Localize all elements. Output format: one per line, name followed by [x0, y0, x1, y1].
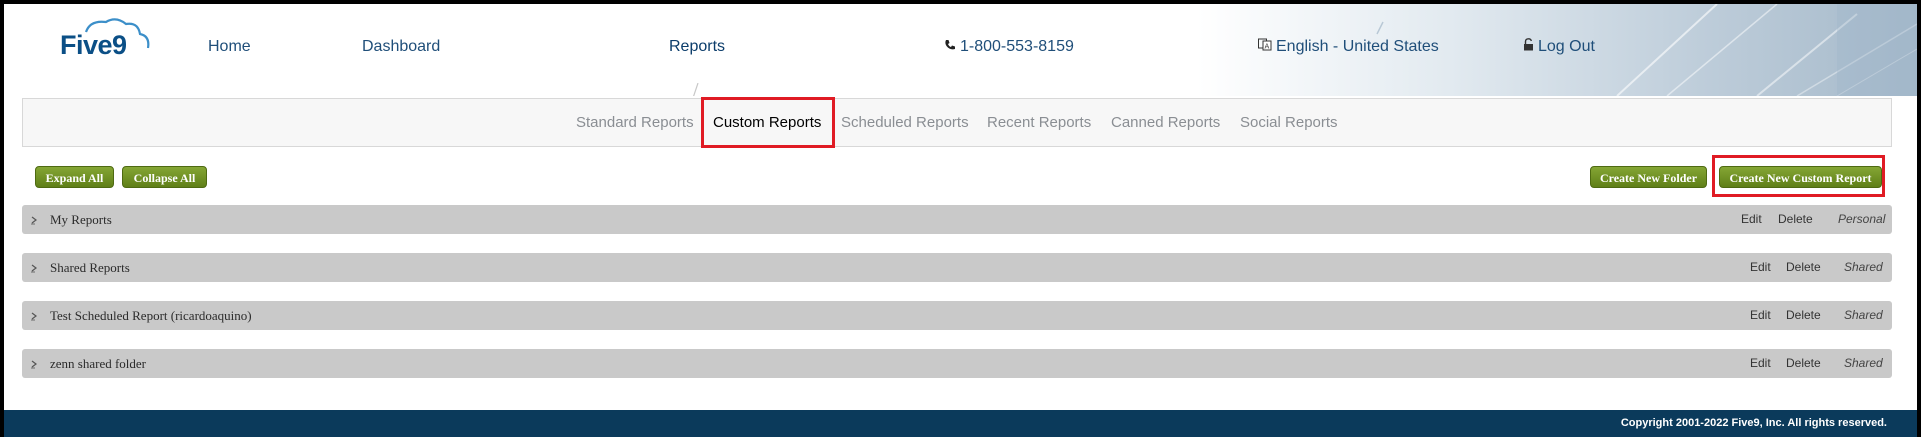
five9-logo[interactable]: Five9	[56, 18, 152, 64]
folder-row[interactable]: Shared Reports Edit Delete Shared	[22, 253, 1892, 282]
folder-edit-link[interactable]: Edit	[1750, 356, 1771, 370]
folder-delete-link[interactable]: Delete	[1786, 260, 1821, 274]
expand-all-button[interactable]: Expand All	[35, 166, 114, 188]
footer-bar: Copyright 2001-2022 Five9, Inc. All righ…	[4, 410, 1917, 437]
copyright-text: Copyright 2001-2022 Five9, Inc. All righ…	[1620, 417, 1887, 429]
phone-icon	[944, 38, 956, 56]
lock-icon	[1523, 38, 1534, 56]
create-new-folder-button[interactable]: Create New Folder	[1590, 166, 1707, 188]
folder-name[interactable]: Test Scheduled Report (ricardoaquino)	[50, 308, 252, 324]
folder-scope: Shared	[1844, 260, 1883, 274]
nav-phone[interactable]: 1-800-553-8159	[944, 38, 1074, 56]
tab-standard-reports[interactable]: Standard Reports	[576, 114, 694, 131]
expand-arrow-icon[interactable]	[29, 311, 39, 321]
folder-row[interactable]: zenn shared folder Edit Delete Shared	[22, 349, 1892, 378]
tab-recent-reports[interactable]: Recent Reports	[987, 114, 1091, 131]
folder-row[interactable]: My Reports Edit Delete Personal	[22, 205, 1892, 234]
folder-scope: Shared	[1844, 356, 1883, 370]
reports-subnav: Standard Reports Custom Reports Schedule…	[22, 98, 1892, 147]
folder-edit-link[interactable]: Edit	[1741, 212, 1762, 226]
tab-scheduled-reports[interactable]: Scheduled Reports	[841, 114, 969, 131]
folder-delete-link[interactable]: Delete	[1778, 212, 1813, 226]
nav-caret-indicator	[693, 83, 699, 96]
logo-text: Five9	[60, 30, 127, 60]
folder-scope: Shared	[1844, 308, 1883, 322]
nav-reports[interactable]: Reports	[669, 38, 725, 56]
nav-dashboard[interactable]: Dashboard	[362, 38, 440, 56]
folder-delete-link[interactable]: Delete	[1786, 356, 1821, 370]
expand-arrow-icon[interactable]	[29, 215, 39, 225]
collapse-all-button[interactable]: Collapse All	[122, 166, 207, 188]
folder-delete-link[interactable]: Delete	[1786, 308, 1821, 322]
folder-name[interactable]: My Reports	[50, 212, 112, 228]
language-label: English - United States	[1276, 38, 1439, 56]
phone-number: 1-800-553-8159	[960, 38, 1074, 56]
logout-label: Log Out	[1538, 38, 1595, 56]
tab-social-reports[interactable]: Social Reports	[1240, 114, 1338, 131]
expand-arrow-icon[interactable]	[29, 263, 39, 273]
nav-logout[interactable]: Log Out	[1523, 38, 1595, 56]
expand-arrow-icon[interactable]	[29, 359, 39, 369]
folder-row[interactable]: Test Scheduled Report (ricardoaquino) Ed…	[22, 301, 1892, 330]
tab-canned-reports[interactable]: Canned Reports	[1111, 114, 1220, 131]
custom-reports-highlight	[701, 97, 835, 148]
language-icon: A	[1258, 38, 1272, 56]
nav-home[interactable]: Home	[208, 38, 251, 56]
create-report-highlight	[1712, 155, 1885, 197]
svg-text:A: A	[1265, 43, 1270, 51]
folder-name[interactable]: Shared Reports	[50, 260, 130, 276]
folder-scope: Personal	[1838, 212, 1886, 226]
top-header: Five9 Home Dashboard Reports 1-800-553-8…	[4, 4, 1917, 96]
folder-name[interactable]: zenn shared folder	[50, 356, 146, 372]
folder-edit-link[interactable]: Edit	[1750, 308, 1771, 322]
folder-edit-link[interactable]: Edit	[1750, 260, 1771, 274]
nav-language[interactable]: A English - United States	[1258, 38, 1439, 56]
